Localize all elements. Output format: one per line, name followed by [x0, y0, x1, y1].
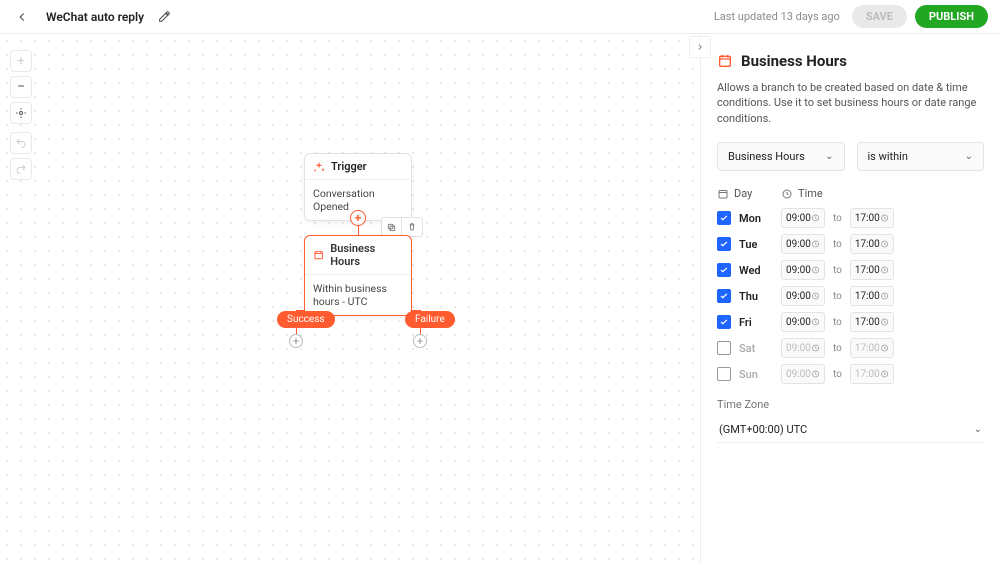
day-checkbox[interactable] — [717, 341, 731, 355]
to-label: to — [833, 265, 842, 276]
to-label: to — [833, 239, 842, 250]
clock-icon — [811, 369, 820, 379]
day-checkbox[interactable] — [717, 289, 731, 303]
collapse-panel-button[interactable] — [689, 36, 711, 58]
day-label: Wed — [739, 264, 781, 277]
day-row-sat: Sat09:00 to 17:00 — [717, 338, 984, 358]
panel-title: Business Hours — [717, 52, 984, 70]
chevron-down-icon: ⌄ — [974, 424, 982, 435]
day-label: Sun — [739, 368, 781, 381]
delete-node-icon[interactable] — [402, 218, 422, 236]
to-label: to — [833, 343, 842, 354]
day-row-wed: Wed09:00 to 17:00 — [717, 260, 984, 280]
clock-icon — [811, 317, 820, 327]
day-checkbox[interactable] — [717, 367, 731, 381]
time-to[interactable]: 17:00 — [850, 312, 894, 332]
edit-title-icon[interactable] — [158, 10, 171, 23]
time-to: 17:00 — [850, 338, 894, 358]
day-checkbox[interactable] — [717, 237, 731, 251]
day-checkbox[interactable] — [717, 263, 731, 277]
day-label: Tue — [739, 238, 781, 251]
clock-icon — [880, 343, 889, 353]
chevron-down-icon: ⌄ — [965, 151, 973, 162]
day-row-fri: Fri09:00 to 17:00 — [717, 312, 984, 332]
schedule-header: Day Time — [717, 187, 984, 200]
zoom-out-button[interactable]: − — [10, 76, 32, 98]
redo-button[interactable] — [10, 158, 32, 180]
condition-type-select[interactable]: Business Hours⌄ — [717, 142, 845, 171]
publish-button[interactable]: PUBLISH — [915, 5, 988, 28]
time-from: 09:00 — [781, 338, 825, 358]
day-label: Thu — [739, 290, 781, 303]
to-label: to — [833, 291, 842, 302]
clock-icon — [880, 239, 889, 249]
to-label: to — [833, 369, 842, 380]
top-bar: WeChat auto reply Last updated 13 days a… — [0, 0, 1000, 34]
undo-button[interactable] — [10, 132, 32, 154]
day-label: Sat — [739, 342, 781, 355]
zoom-in-button[interactable]: + — [10, 50, 32, 72]
day-row-tue: Tue09:00 to 17:00 — [717, 234, 984, 254]
day-label: Mon — [739, 212, 781, 225]
to-label: to — [833, 213, 842, 224]
time-from[interactable]: 09:00 — [781, 234, 825, 254]
last-updated-text: Last updated 13 days ago — [714, 10, 840, 23]
node-business-hours[interactable]: Business Hours Within business hours - U… — [304, 235, 412, 316]
clock-icon — [811, 239, 820, 249]
calendar-icon — [717, 188, 729, 200]
panel-description: Allows a branch to be created based on d… — [717, 80, 984, 126]
clock-icon — [880, 369, 889, 379]
duplicate-node-icon[interactable] — [382, 218, 402, 236]
add-step-button[interactable]: + — [350, 210, 366, 226]
calendar-icon — [717, 53, 733, 69]
workflow-canvas[interactable]: Trigger Conversation Opened + Business H… — [0, 34, 700, 564]
clock-icon — [781, 188, 793, 200]
clock-icon — [811, 343, 820, 353]
clock-icon — [880, 317, 889, 327]
node-biz-title: Business Hours — [330, 242, 403, 268]
time-to: 17:00 — [850, 364, 894, 384]
clock-icon — [811, 213, 820, 223]
save-button: SAVE — [852, 5, 907, 28]
calendar-icon — [313, 249, 324, 261]
branch-success[interactable]: Success — [277, 311, 335, 328]
time-from[interactable]: 09:00 — [781, 312, 825, 332]
day-row-sun: Sun09:00 to 17:00 — [717, 364, 984, 384]
node-toolbar — [381, 217, 423, 237]
clock-icon — [880, 291, 889, 301]
to-label: to — [833, 317, 842, 328]
back-button[interactable] — [12, 7, 32, 27]
day-row-thu: Thu09:00 to 17:00 — [717, 286, 984, 306]
time-from[interactable]: 09:00 — [781, 286, 825, 306]
sparkle-icon — [313, 161, 325, 173]
workflow-title: WeChat auto reply — [46, 10, 144, 24]
time-to[interactable]: 17:00 — [850, 234, 894, 254]
clock-icon — [811, 291, 820, 301]
timezone-select[interactable]: (GMT+00:00) UTC ⌄ — [717, 417, 984, 443]
day-row-mon: Mon09:00 to 17:00 — [717, 208, 984, 228]
branch-failure[interactable]: Failure — [405, 311, 455, 328]
fit-view-button[interactable] — [10, 102, 32, 124]
time-to[interactable]: 17:00 — [850, 208, 894, 228]
time-to[interactable]: 17:00 — [850, 260, 894, 280]
day-label: Fri — [739, 316, 781, 329]
day-checkbox[interactable] — [717, 315, 731, 329]
clock-icon — [880, 265, 889, 275]
add-after-success[interactable]: + — [289, 334, 303, 348]
clock-icon — [880, 213, 889, 223]
day-checkbox[interactable] — [717, 211, 731, 225]
timezone-label: Time Zone — [717, 398, 984, 411]
condition-operator-select[interactable]: is within⌄ — [857, 142, 985, 171]
time-from[interactable]: 09:00 — [781, 260, 825, 280]
side-panel: Business Hours Allows a branch to be cre… — [700, 34, 1000, 564]
clock-icon — [811, 265, 820, 275]
node-trigger-title: Trigger — [331, 160, 367, 173]
time-from[interactable]: 09:00 — [781, 208, 825, 228]
chevron-down-icon: ⌄ — [825, 151, 833, 162]
node-biz-body: Within business hours - UTC — [305, 274, 411, 315]
add-after-failure[interactable]: + — [413, 334, 427, 348]
time-from: 09:00 — [781, 364, 825, 384]
time-to[interactable]: 17:00 — [850, 286, 894, 306]
